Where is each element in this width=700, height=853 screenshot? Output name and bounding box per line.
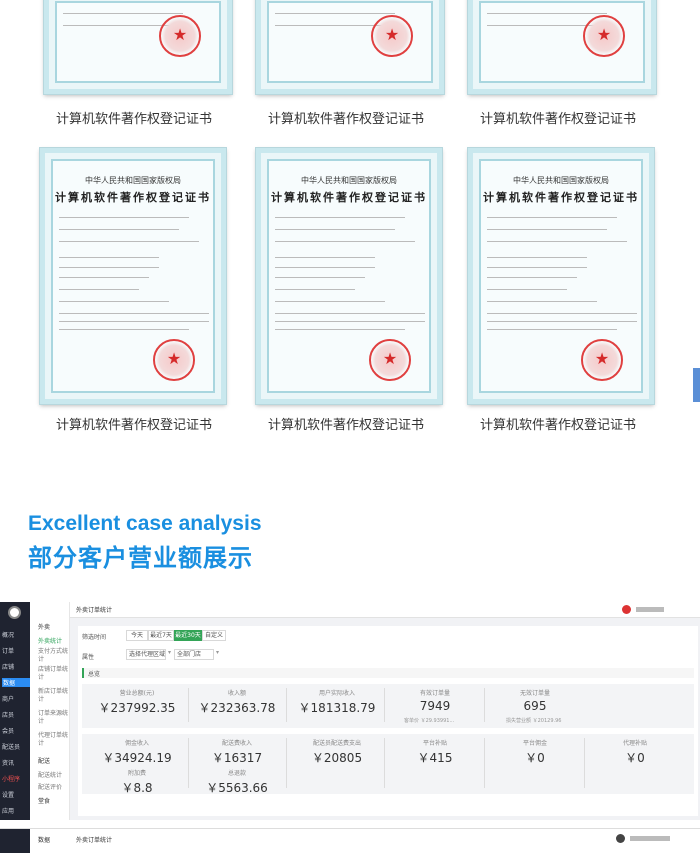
user-avatar-icon[interactable]	[622, 605, 631, 614]
subnav-agent-order-stats[interactable]: 代理订单统计	[38, 732, 68, 748]
chevron-down-icon: ▾	[168, 649, 172, 656]
sidebar-item-couriers[interactable]: 配送员	[2, 742, 30, 751]
stat-courier-fee-expense: 配送员配送费支出 ￥20805	[311, 740, 363, 765]
store-select[interactable]: 全部门店	[174, 649, 214, 660]
subnav-takeout-stats[interactable]: 外卖统计	[38, 636, 62, 645]
subnav-group-dinein: 堂食	[38, 798, 51, 805]
stat-user-actual-income: 用户实际收入 ￥181318.79	[298, 690, 376, 715]
stat-invalid-orders-sub: 损失营业额 ￥20129.96	[506, 718, 562, 724]
sidebar-item-merchants[interactable]: 商户	[2, 694, 30, 703]
certificate-caption: 计算机软件著作权登记证书	[479, 418, 636, 433]
bottom-breadcrumb: 外卖订单统计	[76, 837, 113, 844]
bottom-top-label: 数据	[38, 837, 51, 844]
filter-today-button[interactable]: 今天	[126, 630, 148, 641]
subnav-group-delivery: 配送	[38, 758, 51, 765]
certificate-caption: 计算机软件著作权登记证书	[267, 418, 424, 433]
stat-commission-income: 佣金收入 ￥34924.19 附加费 ￥8.8	[102, 740, 172, 795]
sidebar-item-overview[interactable]: 概况	[2, 630, 30, 639]
user-name-blurred[interactable]	[636, 607, 664, 612]
stats-panel: 筛选时间 今天 最近7天 最近30天 自定义 属性 选择代理区域 ▾ 全部门店 …	[78, 626, 698, 816]
overview-bar: 总览	[82, 668, 694, 678]
certificate-caption: 计算机软件著作权登记证书	[267, 112, 424, 127]
certificate-image-1: ★	[44, 0, 232, 94]
stat-valid-orders-sub: 客单价 ￥29.93991...	[404, 718, 455, 724]
certificate-image-6: 中华人民共和国国家版权局 计算机软件著作权登记证书 ★	[468, 148, 654, 404]
certificate-image-5: 中华人民共和国国家版权局 计算机软件著作权登记证书 ★	[256, 148, 442, 404]
admin-subnav: 外卖 外卖统计 支付方式统计 店铺订单统计 新店订单统计 订单来源统计 代理订单…	[30, 602, 70, 820]
certificate-caption: 计算机软件著作权登记证书	[479, 112, 636, 127]
admin-sidebar: 概况 订单 店铺 数据 商户 店员 会员 配送员 资讯 小程序 设置 应用	[0, 602, 30, 820]
subnav-newshop-order-stats[interactable]: 新店订单统计	[38, 688, 68, 704]
filter-attr-label: 属性	[82, 654, 95, 661]
subnav-shop-order-stats[interactable]: 店铺订单统计	[38, 666, 68, 682]
stat-delivery-fee-income: 配送费收入 ￥16317 总退款 ￥5563.66	[206, 740, 268, 795]
certificate-caption: 计算机软件著作权登记证书	[55, 112, 212, 127]
subnav-delivery-reviews[interactable]: 配送评价	[38, 782, 62, 791]
side-float-tab[interactable]	[693, 368, 700, 402]
chevron-down-icon: ▾	[216, 649, 220, 656]
subnav-payment-stats[interactable]: 支付方式统计	[38, 648, 68, 664]
filter-7days-button[interactable]: 最近7天	[148, 630, 174, 641]
stat-gross-revenue: 营业总额(元) ￥237992.35	[98, 690, 176, 715]
breadcrumb: 外卖订单统计	[76, 607, 113, 614]
section-title-chinese: 部分客户营业额展示	[28, 544, 253, 572]
stat-invalid-orders: 无效订单量 695	[519, 690, 550, 713]
subnav-group-takeout: 外卖	[38, 624, 51, 631]
overview-label: 总览	[88, 671, 101, 678]
second-dashboard-strip: 数据 外卖订单统计	[0, 828, 700, 853]
sidebar-item-orders[interactable]: 订单	[2, 646, 30, 655]
sidebar-item-staff[interactable]: 店员	[2, 710, 30, 719]
certificate-image-2: ★	[256, 0, 444, 94]
filter-time-label: 筛选时间	[82, 634, 107, 641]
filter-30days-button[interactable]: 最近30天	[174, 630, 202, 641]
user-name-blurred[interactable]	[630, 836, 670, 841]
user-avatar-icon[interactable]	[616, 834, 625, 843]
certificate-image-4: 中华人民共和国国家版权局 计算机软件著作权登记证书 ★	[40, 148, 226, 404]
sidebar-item-data[interactable]: 数据	[2, 678, 30, 687]
sidebar-item-miniprogram[interactable]: 小程序	[2, 774, 30, 783]
admin-topbar: 数据 外卖订单统计	[30, 602, 700, 618]
stat-platform-subsidy: 平台补贴 ￥415	[417, 740, 453, 765]
certificate-caption: 计算机软件著作权登记证书	[55, 418, 212, 433]
sidebar-item-apps[interactable]: 应用	[2, 806, 30, 815]
sidebar-item-shops[interactable]: 店铺	[2, 662, 30, 671]
stat-income: 收入额 ￥232363.78	[198, 690, 276, 715]
sidebar-item-members[interactable]: 会员	[2, 726, 30, 735]
stat-platform-commission: 平台佣金 ￥0	[522, 740, 547, 765]
subnav-source-stats[interactable]: 订单来源统计	[38, 710, 68, 726]
logo-icon	[8, 606, 21, 619]
filter-custom-button[interactable]: 自定义	[202, 630, 226, 641]
certificate-image-3: ★	[468, 0, 656, 94]
agent-region-select[interactable]: 选择代理区域	[126, 649, 166, 660]
sidebar-item-news[interactable]: 资讯	[2, 758, 30, 767]
stat-agent-subsidy: 代理补贴 ￥0	[622, 740, 647, 765]
sidebar-item-settings[interactable]: 设置	[2, 790, 30, 799]
subnav-delivery-stats[interactable]: 配送统计	[38, 770, 62, 779]
section-title-english: Excellent case analysis	[28, 512, 262, 535]
stat-valid-orders: 有效订单量 7949	[419, 690, 451, 713]
